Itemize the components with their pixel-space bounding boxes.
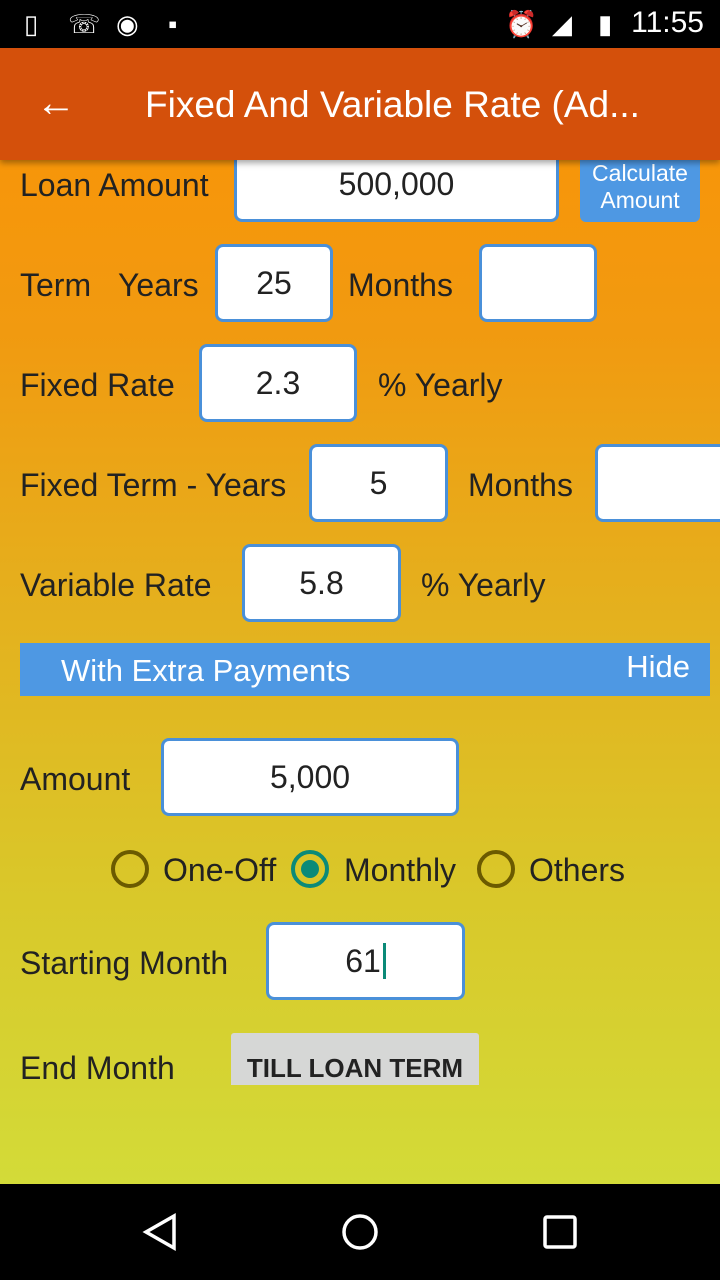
extra-payments-header: With Extra Payments Hide <box>20 643 710 696</box>
starting-month-value: 61 <box>345 942 381 979</box>
fixed-term-months-label: Months <box>468 467 573 503</box>
text-cursor <box>382 943 386 979</box>
radio-one-off-label[interactable]: One-Off <box>163 850 276 890</box>
radio-monthly-label[interactable]: Monthly <box>344 850 456 890</box>
fixed-term-years-input[interactable]: 5 <box>309 444 448 522</box>
till-loan-term-button[interactable]: TILL LOAN TERM <box>231 1033 479 1085</box>
term-months-input[interactable] <box>479 244 597 322</box>
home-nav-icon[interactable] <box>340 1212 380 1252</box>
back-nav-icon[interactable] <box>140 1212 180 1252</box>
recents-nav-icon[interactable] <box>542 1214 578 1250</box>
months-label: Months <box>348 267 453 303</box>
loan-amount-input[interactable]: 500,000 <box>234 150 559 222</box>
android-icon: ▪ <box>168 9 178 39</box>
radio-others-label[interactable]: Others <box>529 850 625 890</box>
extra-payments-title: With Extra Payments <box>61 653 351 688</box>
end-month-label: End Month <box>20 1050 175 1086</box>
alarm-icon: ⏰ <box>505 9 538 39</box>
radio-one-off-circle[interactable] <box>111 850 149 888</box>
variable-rate-input[interactable]: 5.8 <box>242 544 401 622</box>
starting-month-label: Starting Month <box>20 945 229 981</box>
signal-icon: ◢ <box>552 9 572 39</box>
variable-rate-label: Variable Rate <box>20 567 212 603</box>
fixed-term-months-input[interactable] <box>595 444 720 522</box>
missed-call-icon: ☏ <box>68 9 101 39</box>
clock: 11:55 <box>631 6 704 39</box>
page-title: Fixed And Variable Rate (Ad... <box>145 84 640 125</box>
loan-amount-label: Loan Amount <box>20 167 209 203</box>
fixed-yearly-label: % Yearly <box>378 367 503 403</box>
term-years-input[interactable]: 25 <box>215 244 333 322</box>
fixed-rate-label: Fixed Rate <box>20 367 175 403</box>
radio-others-circle[interactable] <box>477 850 515 888</box>
variable-yearly-label: % Yearly <box>421 567 546 603</box>
disc-alert-icon: ◉ <box>116 9 139 39</box>
phone-sync-icon: ▯ <box>24 9 39 39</box>
hide-button[interactable]: Hide <box>626 649 690 685</box>
fixed-rate-input[interactable]: 2.3 <box>199 344 357 422</box>
years-label: Years <box>118 267 199 303</box>
extra-amount-input[interactable]: 5,000 <box>161 738 459 816</box>
calculate-amount-button[interactable]: Calculate Amount <box>580 160 700 222</box>
arrow-left-icon[interactable]: ← <box>36 78 76 128</box>
fixed-term-label: Fixed Term - Years <box>20 467 287 503</box>
battery-charging-icon: ▮ <box>598 9 613 39</box>
app-bar: ← Fixed And Variable Rate (Ad... <box>0 48 720 160</box>
status-bar: ▯ ☏ ◉ ▪ ⏰ ◢ ▮ 11:55 <box>0 0 720 48</box>
extra-amount-label: Amount <box>20 761 131 797</box>
term-label: Term <box>20 267 92 303</box>
navigation-bar <box>0 1184 720 1280</box>
radio-monthly-circle[interactable] <box>291 850 329 888</box>
starting-month-input[interactable]: 61 <box>266 922 465 1000</box>
